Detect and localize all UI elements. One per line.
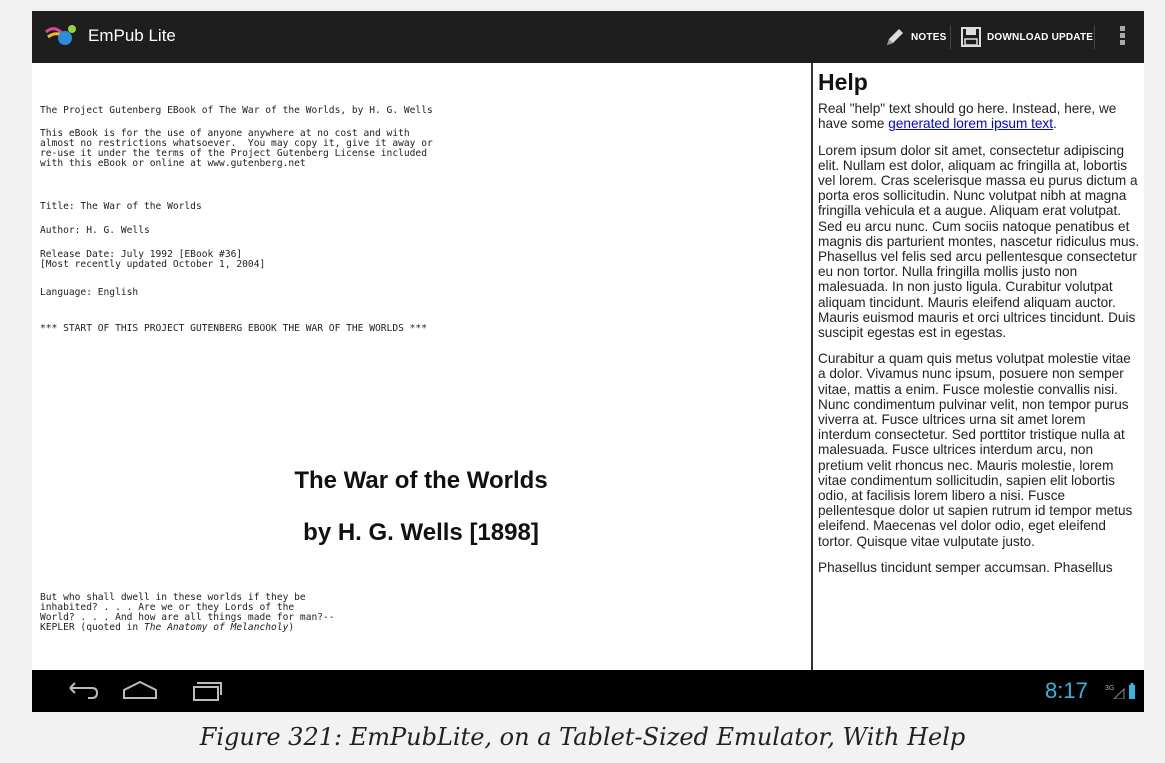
epigraph: But who shall dwell in these worlds if t… bbox=[40, 593, 335, 633]
figure-caption: Figure 321: EmPubLite, on a Tablet-Sized… bbox=[199, 723, 966, 751]
title-line: Title: The War of the Worlds bbox=[40, 201, 202, 212]
help-paragraph: Phasellus tincidunt semper accumsan. Pha… bbox=[818, 559, 1113, 575]
pane-divider bbox=[811, 63, 813, 670]
action-divider bbox=[1094, 25, 1095, 49]
author-line: Author: H. G. Wells bbox=[40, 225, 150, 236]
book-byline: by H. G. Wells [1898] bbox=[303, 519, 539, 546]
action-bar: EmPub Lite NOTES DOWNLOAD UPDATE bbox=[32, 11, 1144, 63]
save-icon bbox=[961, 27, 981, 47]
tablet-screen: EmPub Lite NOTES DOWNLOAD UPDATE The Pro… bbox=[32, 11, 1144, 712]
empub-logo-icon[interactable] bbox=[44, 23, 80, 51]
pencil-icon bbox=[887, 29, 903, 45]
help-heading: Help bbox=[818, 69, 868, 95]
app-title: EmPub Lite bbox=[88, 26, 176, 45]
back-icon[interactable] bbox=[62, 678, 102, 704]
epigraph-end: ) bbox=[288, 622, 295, 633]
release-line: Release Date: July 1992 [EBook #36] [Mos… bbox=[40, 249, 266, 270]
network-type: 3G bbox=[1105, 685, 1114, 692]
epigraph-source: The Anatomy of Melancholy bbox=[143, 622, 289, 633]
help-intro-end: . bbox=[1053, 116, 1057, 132]
download-update-label: DOWNLOAD UPDATE bbox=[987, 31, 1094, 43]
license-text: This eBook is for the use of anyone anyw… bbox=[40, 128, 433, 169]
system-nav-bar: 8:17 3G bbox=[32, 670, 1144, 712]
download-update-button[interactable]: DOWNLOAD UPDATE bbox=[960, 11, 1093, 63]
overflow-menu-icon[interactable] bbox=[1112, 24, 1132, 50]
help-paragraph: Lorem ipsum dolor sit amet, consectetur … bbox=[818, 142, 1140, 341]
action-divider bbox=[950, 25, 951, 49]
help-pane[interactable]: Help Real "help" text should go here. In… bbox=[818, 63, 1140, 670]
gutenberg-header: The Project Gutenberg EBook of The War o… bbox=[40, 105, 433, 116]
help-intro: Real "help" text should go here. Instead… bbox=[818, 101, 1140, 131]
start-marker-line: *** START OF THIS PROJECT GUTENBERG EBOO… bbox=[40, 323, 427, 334]
lorem-ipsum-link[interactable]: generated lorem ipsum text bbox=[888, 116, 1053, 131]
book-title: The War of the Worlds bbox=[294, 467, 548, 494]
content-area: The Project Gutenberg EBook of The War o… bbox=[32, 63, 1144, 670]
clock: 8:17 bbox=[1045, 678, 1088, 703]
help-paragraph: Curabitur a quam quis metus volutpat mol… bbox=[818, 351, 1133, 549]
language-line: Language: English bbox=[40, 287, 139, 298]
book-pane[interactable]: The Project Gutenberg EBook of The War o… bbox=[32, 63, 810, 670]
notes-button[interactable]: NOTES bbox=[884, 11, 946, 63]
notes-label: NOTES bbox=[911, 31, 947, 43]
signal-battery-icon: 3G bbox=[1105, 683, 1135, 699]
home-icon[interactable] bbox=[120, 678, 160, 704]
recent-apps-icon[interactable] bbox=[186, 678, 226, 704]
